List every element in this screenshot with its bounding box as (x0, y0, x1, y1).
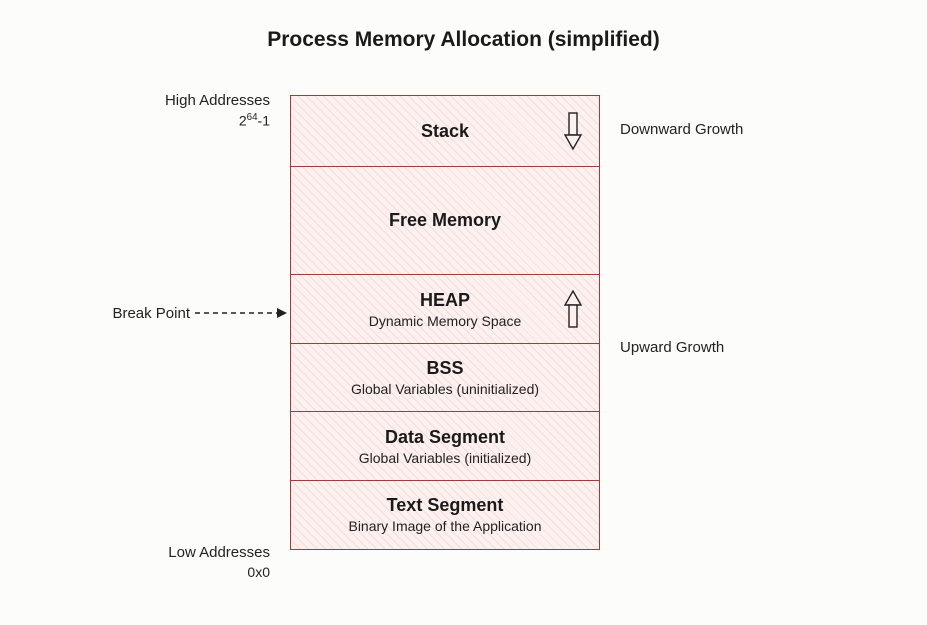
segment-bss-title: BSS (426, 358, 463, 379)
segment-bss-sub: Global Variables (uninitialized) (351, 381, 539, 397)
segment-stack-title: Stack (421, 121, 469, 142)
label-low-line1: Low Addresses (100, 543, 270, 563)
high-base: 2 (239, 113, 247, 129)
segment-heap-title: HEAP (420, 290, 470, 311)
label-break-text: Break Point (112, 305, 190, 322)
segment-stack: Stack (290, 95, 600, 167)
label-high-addresses: High Addresses 264-1 (100, 91, 270, 131)
label-low-line2: 0x0 (100, 563, 270, 582)
segment-bss: BSS Global Variables (uninitialized) (290, 343, 600, 413)
label-downward-growth: Downward Growth (620, 121, 743, 138)
label-high-line1: High Addresses (100, 91, 270, 111)
segment-text-sub: Binary Image of the Application (348, 518, 541, 534)
segment-free-memory: Free Memory (290, 166, 600, 276)
high-post: -1 (258, 113, 270, 129)
segment-data-title: Data Segment (385, 427, 505, 448)
segment-data-sub: Global Variables (initialized) (359, 450, 531, 466)
label-break-point: Break Point (60, 304, 190, 324)
memory-segments: Stack Free Memory HEAP Dynamic Memory Sp… (290, 95, 600, 550)
arrow-up-icon (563, 289, 583, 329)
label-low-addresses: Low Addresses 0x0 (100, 543, 270, 582)
segment-free-title: Free Memory (389, 210, 501, 231)
label-upward-growth: Upward Growth (620, 339, 724, 356)
memory-diagram: High Addresses 264-1 Break Point Low Add… (0, 95, 927, 615)
high-exp: 64 (247, 112, 258, 123)
segment-heap: HEAP Dynamic Memory Space (290, 274, 600, 344)
segment-text: Text Segment Binary Image of the Applica… (290, 480, 600, 550)
label-high-line2: 264-1 (100, 111, 270, 131)
segment-text-title: Text Segment (387, 495, 504, 516)
segment-heap-sub: Dynamic Memory Space (369, 313, 522, 329)
diagram-title: Process Memory Allocation (simplified) (0, 0, 927, 52)
arrow-down-icon (563, 111, 583, 151)
break-point-arrow-icon (195, 305, 290, 321)
segment-data: Data Segment Global Variables (initializ… (290, 411, 600, 481)
